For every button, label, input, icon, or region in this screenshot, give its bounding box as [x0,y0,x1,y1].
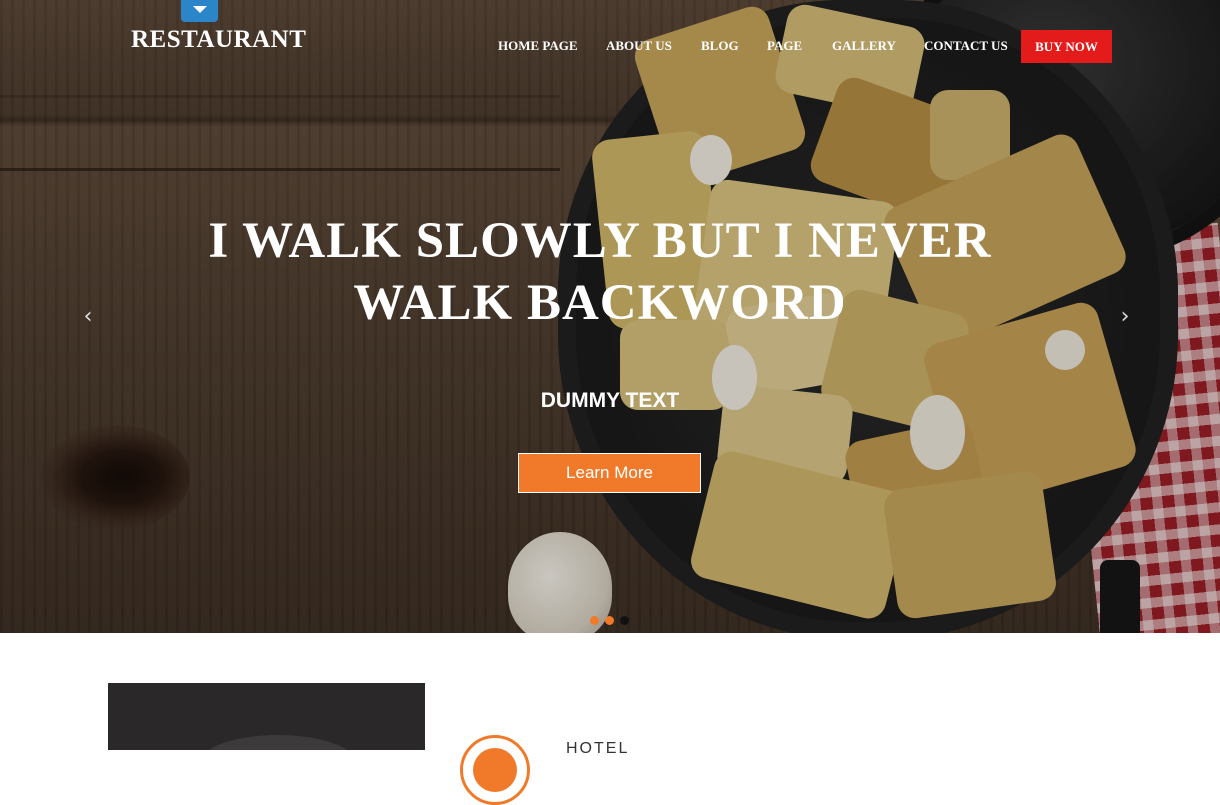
nav-item-contact-us[interactable]: CONTACT US [924,38,1008,54]
nav-item-blog[interactable]: BLOG [701,38,739,54]
hero-headline-line-1: I WALK SLOWLY BUT I NEVER [208,213,992,269]
hotel-icon [460,735,530,805]
slider-dot[interactable] [590,616,599,625]
chevron-right-icon[interactable]: › [1117,305,1133,329]
menu-toggle[interactable] [181,0,218,22]
learn-more-button[interactable]: Learn More [518,453,701,493]
caret-down-icon [193,6,207,13]
nav-item-about-us[interactable]: ABOUT US [606,38,672,54]
nav-item-gallery[interactable]: GALLERY [832,38,896,54]
slider-dot[interactable] [620,616,629,625]
slider-dot-active[interactable] [605,616,614,625]
feature-image-hill [198,735,358,750]
hotel-icon-inner [473,748,517,792]
feature-image [108,683,425,750]
hero-subheading: DUMMY TEXT [540,389,680,412]
nav-item-home-page[interactable]: HOME PAGE [498,38,578,54]
buy-now-button[interactable]: BUY NOW [1021,30,1112,63]
hero-headline-line-2: WALK BACKWORD [353,275,847,331]
feature-title: HOTEL [566,740,630,757]
hero-headline: I WALK SLOWLY BUT I NEVER WALK BACKWORD [150,210,1050,334]
nav-item-page[interactable]: PAGE [767,38,802,54]
chevron-left-icon[interactable]: ‹ [80,305,96,329]
